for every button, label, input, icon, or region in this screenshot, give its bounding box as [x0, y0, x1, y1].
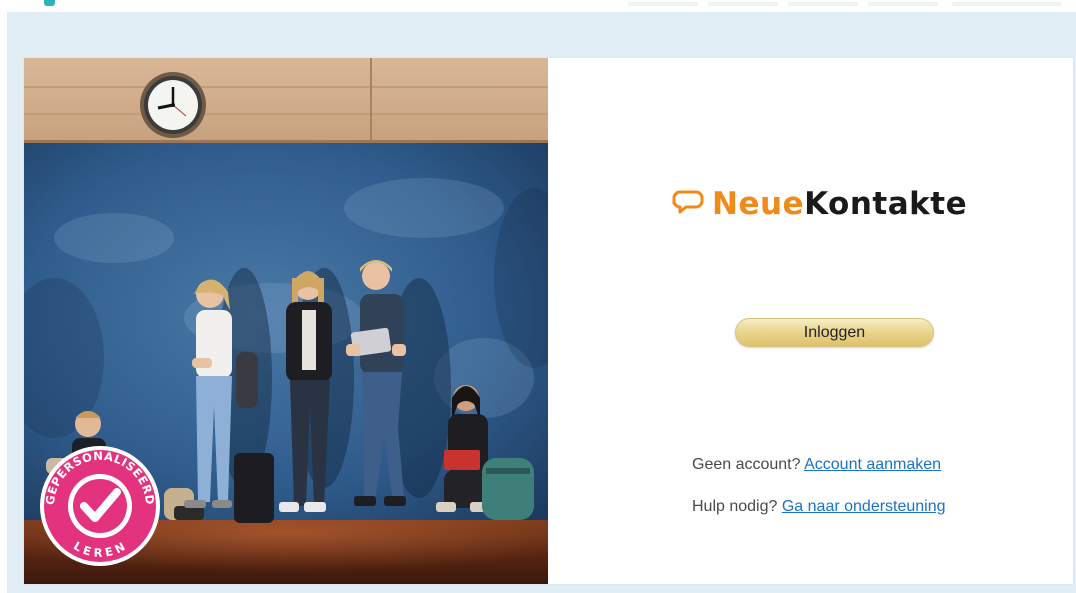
nav-placeholder-5 [952, 2, 1062, 6]
login-card: GEPERSONALISEERD LEREN NeueKontakte Inlo… [24, 58, 1073, 584]
students-photo: GEPERSONALISEERD LEREN [24, 58, 548, 584]
support-link[interactable]: Ga naar ondersteuning [782, 498, 946, 515]
brand-name: NeueKontakte [712, 185, 968, 222]
nav-placeholder-1 [628, 2, 698, 6]
brand-name-part1: Neue [712, 185, 805, 222]
brand-logo: NeueKontakte [670, 184, 967, 224]
create-account-prompt: Geen account? [692, 456, 801, 473]
support-prompt: Hulp nodig? [692, 498, 778, 515]
nav-placeholder-4 [868, 2, 938, 6]
nav-placeholder-3 [788, 2, 858, 6]
site-logo-fragment[interactable] [44, 0, 55, 6]
nav-placeholder-2 [708, 2, 778, 6]
speech-bubbles-icon [670, 189, 704, 220]
login-button[interactable]: Inloggen [735, 318, 934, 347]
brand-name-part2: Kontakte [804, 185, 968, 222]
top-bar [0, 0, 1076, 12]
login-panel: NeueKontakte Inloggen Geen account? Acco… [548, 58, 1073, 584]
create-account-line: Geen account? Account aanmaken [692, 456, 941, 474]
support-line: Hulp nodig? Ga naar ondersteuning [692, 498, 946, 516]
wall-clock [140, 72, 206, 138]
create-account-link[interactable]: Account aanmaken [804, 456, 941, 473]
